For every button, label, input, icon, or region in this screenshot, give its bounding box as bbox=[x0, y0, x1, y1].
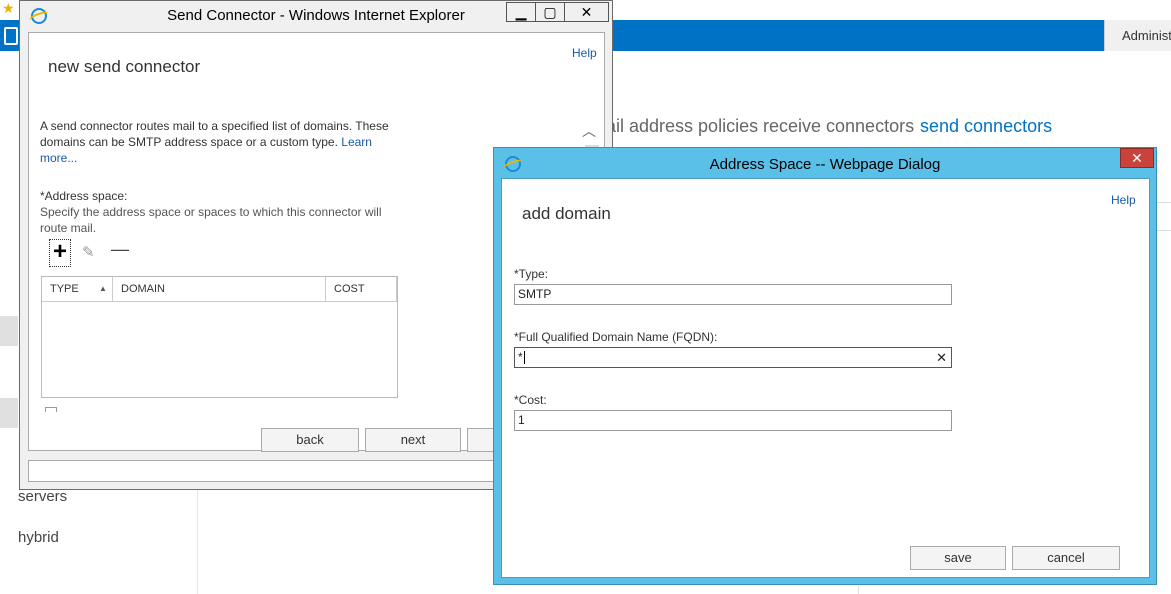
dialog-title: Address Space -- Webpage Dialog bbox=[709, 156, 941, 173]
clear-icon[interactable]: ✕ bbox=[936, 348, 947, 367]
type-value: SMTP bbox=[518, 287, 552, 301]
add-domain-content: Help add domain *Type: SMTP *Full Qualif… bbox=[501, 178, 1150, 578]
office-logo-icon bbox=[4, 27, 18, 45]
checkbox[interactable] bbox=[45, 407, 57, 412]
column-header-cost[interactable]: COST bbox=[326, 277, 397, 301]
minimize-button[interactable]: ▁ bbox=[506, 2, 536, 22]
maximize-button[interactable]: ▢ bbox=[535, 2, 565, 22]
sort-ascending-icon: ▲ bbox=[99, 284, 107, 293]
close-button[interactable]: ✕ bbox=[564, 2, 609, 22]
back-button[interactable]: back bbox=[261, 428, 359, 452]
pencil-icon[interactable]: ✎ bbox=[82, 243, 95, 261]
column-header-label: TYPE bbox=[50, 283, 79, 295]
admin-menu[interactable]: Administr bbox=[1104, 20, 1171, 51]
favorites-star-icon: ★ bbox=[2, 0, 15, 16]
column-header-type[interactable]: TYPE ▲ bbox=[42, 277, 113, 301]
nav-selection-highlight bbox=[0, 398, 18, 428]
plus-icon[interactable]: + bbox=[49, 239, 71, 267]
description: A send connector routes mail to a specif… bbox=[40, 118, 400, 166]
page-title: add domain bbox=[522, 204, 611, 223]
tab-email-address-policies[interactable]: ail address policies bbox=[606, 116, 758, 137]
description-text: A send connector routes mail to a specif… bbox=[40, 119, 389, 149]
text-caret bbox=[523, 351, 525, 365]
fqdn-input[interactable]: * ✕ bbox=[514, 347, 952, 368]
fqdn-label: *Full Qualified Domain Name (FQDN): bbox=[514, 330, 718, 344]
fqdn-value: * bbox=[518, 350, 523, 364]
divider bbox=[1157, 230, 1171, 231]
cost-input[interactable]: 1 bbox=[514, 410, 952, 431]
address-space-label: *Address space: bbox=[40, 189, 128, 203]
help-link[interactable]: Help bbox=[572, 46, 597, 60]
help-link[interactable]: Help bbox=[1111, 193, 1136, 207]
address-space-hint: Specify the address space or spaces to w… bbox=[40, 205, 382, 235]
tab-receive-connectors[interactable]: receive connectors bbox=[763, 116, 914, 137]
close-button[interactable]: ✕ bbox=[1120, 148, 1154, 168]
title-bar[interactable]: Address Space -- Webpage Dialog ✕ bbox=[494, 148, 1156, 176]
address-space-grid: TYPE ▲ DOMAIN COST bbox=[41, 276, 398, 398]
next-button[interactable]: next bbox=[365, 428, 461, 452]
scroll-up-icon[interactable]: ︿ bbox=[582, 121, 596, 141]
address-space-dialog: Address Space -- Webpage Dialog ✕ Help a… bbox=[493, 147, 1157, 585]
grid-header: TYPE ▲ DOMAIN COST bbox=[42, 277, 397, 302]
tab-send-connectors[interactable]: send connectors bbox=[920, 116, 1052, 137]
nav-item-hybrid[interactable]: hybrid bbox=[18, 529, 59, 546]
type-label: *Type: bbox=[514, 267, 549, 281]
cost-label: *Cost: bbox=[514, 393, 547, 407]
page-title: new send connector bbox=[48, 57, 201, 76]
minus-icon[interactable]: — bbox=[111, 239, 129, 260]
nav-selection-highlight bbox=[0, 316, 18, 346]
title-bar[interactable]: Send Connector - Windows Internet Explor… bbox=[20, 1, 612, 29]
divider bbox=[1157, 202, 1171, 203]
type-input[interactable]: SMTP bbox=[514, 284, 952, 305]
divider bbox=[858, 586, 859, 594]
cancel-button[interactable]: cancel bbox=[1012, 546, 1120, 570]
save-button[interactable]: save bbox=[910, 546, 1006, 570]
cost-value: 1 bbox=[518, 413, 525, 427]
column-header-domain[interactable]: DOMAIN bbox=[113, 277, 326, 301]
nav-item-servers[interactable]: servers bbox=[18, 488, 67, 505]
